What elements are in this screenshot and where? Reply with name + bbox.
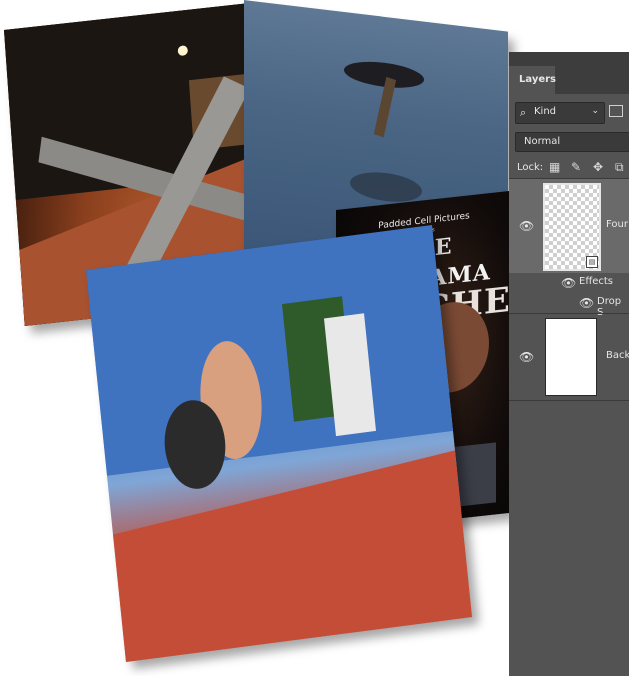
effects-visibility-eye-icon[interactable]: 👁 (561, 276, 576, 290)
layer-name[interactable]: Four (606, 219, 628, 230)
drop-shadow-row[interactable]: 👁 Drop S (509, 293, 629, 318)
lock-position-icon[interactable]: ✥ (593, 160, 603, 174)
layer-row-background[interactable]: 👁 Backg (509, 313, 629, 401)
layer-row-four[interactable]: 👁 ▤ Four (509, 179, 629, 273)
effects-label: Effects (579, 276, 613, 287)
visibility-eye-icon[interactable]: 👁 (519, 219, 534, 233)
blend-mode-select[interactable]: Normal (515, 132, 629, 152)
layer-thumbnail: ▤ (543, 183, 601, 271)
effects-row[interactable]: 👁 Effects (509, 273, 629, 293)
smart-object-icon: ▤ (586, 256, 598, 268)
lock-row: Lock: ▦ ✎ ✥ ⧉ (509, 160, 629, 178)
kind-filter-select[interactable]: ⌕ Kind ⌄ (515, 102, 605, 124)
chevron-down-icon: ⌄ (591, 106, 599, 116)
tab-layers[interactable]: Layers (509, 66, 556, 94)
layers-panel: Layers ⌕ Kind ⌄ Normal Lock: ▦ ✎ ✥ ⧉ 👁 ▤… (509, 52, 629, 676)
layer-name[interactable]: Backg (606, 350, 629, 361)
kind-filter-label: Kind (534, 106, 557, 117)
wrestling-photo (86, 225, 472, 662)
image-filter-icon[interactable] (609, 105, 623, 117)
layer-filter-row: ⌕ Kind ⌄ (509, 102, 629, 124)
panel-tab-bar: Layers (509, 52, 629, 94)
drop-shadow-visibility-eye-icon[interactable]: 👁 (579, 296, 594, 310)
visibility-eye-icon[interactable]: 👁 (519, 350, 534, 364)
search-icon: ⌕ (520, 106, 527, 119)
lock-label: Lock: (517, 162, 544, 173)
blend-mode-row: Normal (509, 132, 629, 152)
layer-list: 👁 ▤ Four 👁 Effects 👁 Drop S 👁 Backg (509, 178, 629, 676)
blend-mode-label: Normal (524, 136, 561, 147)
wrestling-illustration (86, 225, 472, 662)
lock-image-pixels-icon[interactable]: ✎ (571, 160, 581, 174)
lock-artboard-icon[interactable]: ⧉ (615, 160, 624, 175)
lock-transparent-pixels-icon[interactable]: ▦ (549, 160, 560, 174)
layer-thumbnail (545, 318, 597, 396)
